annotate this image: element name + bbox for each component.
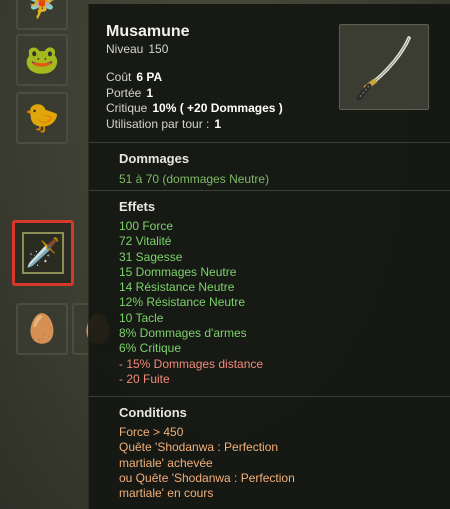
effects-list: 100 Force 72 Vitalité 31 Sagesse 15 Domm… bbox=[119, 219, 450, 387]
item-tooltip: Musamune Niveau 150 Coût 6 PA Portée 1 Crit… bbox=[88, 4, 450, 509]
stat-cost: Coût 6 PA bbox=[106, 70, 283, 86]
effect-line: 12% Résistance Neutre bbox=[119, 295, 246, 310]
damage-section: Dommages 51 à 70 (dommages Neutre) bbox=[89, 142, 450, 196]
stat-key: Coût bbox=[106, 70, 132, 84]
stat-range: Portée 1 bbox=[106, 86, 283, 102]
fairy-icon: 🧚 bbox=[24, 0, 60, 19]
effects-section: Effets 100 Force 72 Vitalité 31 Sagesse … bbox=[89, 190, 450, 398]
item-stats: Coût 6 PA Portée 1 Critique 10% ( +20 Domma… bbox=[106, 70, 283, 132]
stat-uses-per-turn: Utilisation par tour : 1 bbox=[106, 117, 283, 133]
stat-value: 6 PA bbox=[136, 70, 163, 84]
condition-line: martiale' achevée bbox=[119, 455, 213, 470]
inventory-slot[interactable]: 🐸 bbox=[16, 34, 68, 86]
stat-value: 1 bbox=[146, 85, 154, 100]
level-value: 150 bbox=[148, 42, 169, 56]
inventory-slot[interactable]: 🐤 bbox=[16, 92, 68, 144]
effect-line-negative: - 20 Fuite bbox=[119, 371, 170, 386]
fire-egg-icon: 🥚 bbox=[24, 313, 60, 344]
stat-value: 10% ( +20 Dommages ) bbox=[152, 101, 283, 115]
conditions-section: Conditions Force > 450 Quête 'Shodanwa :… bbox=[89, 396, 450, 509]
condition-line: ou Quête 'Shodanwa : Perfection bbox=[119, 470, 295, 485]
effect-line: 31 Sagesse bbox=[119, 249, 183, 264]
bird-icon: 🐤 bbox=[24, 102, 60, 133]
conditions-title: Conditions bbox=[119, 405, 187, 420]
stat-key: Portée bbox=[106, 85, 142, 100]
inventory-slot[interactable]: 🥚 bbox=[16, 303, 68, 355]
condition-line: Force > 450 bbox=[119, 425, 184, 439]
effects-title: Effets bbox=[119, 199, 156, 214]
effect-line: 100 Force bbox=[119, 219, 174, 233]
effect-line: 15 Dommages Neutre bbox=[119, 264, 237, 279]
effect-line: 10 Tacle bbox=[119, 310, 164, 325]
inventory-slot-selected[interactable]: 🗡️ bbox=[12, 220, 74, 286]
creature-icon: 🐸 bbox=[24, 44, 60, 75]
item-level: Niveau 150 bbox=[106, 42, 168, 56]
effect-line: 14 Résistance Neutre bbox=[119, 280, 235, 295]
condition-line: Quête 'Shodanwa : Perfection bbox=[119, 440, 279, 455]
stat-value: 1 bbox=[214, 116, 222, 131]
damage-line: 51 à 70 (dommages Neutre) bbox=[119, 172, 270, 186]
effect-line-negative: - 15% Dommages distance bbox=[119, 356, 264, 371]
item-name: Musamune bbox=[106, 23, 190, 40]
conditions-list: Force > 450 Quête 'Shodanwa : Perfection… bbox=[119, 425, 450, 501]
effect-line: 6% Critique bbox=[119, 341, 182, 356]
effect-line: 8% Dommages d'armes bbox=[119, 326, 247, 341]
damage-title: Dommages bbox=[119, 151, 190, 166]
condition-line: martiale' en cours bbox=[119, 486, 214, 501]
stat-key: Utilisation par tour : bbox=[106, 116, 210, 131]
effect-line: 72 Vitalité bbox=[119, 234, 172, 249]
level-label: Niveau bbox=[106, 42, 144, 56]
stat-critical: Critique 10% ( +20 Dommages ) bbox=[106, 101, 283, 117]
katana-icon bbox=[356, 36, 411, 101]
inventory-slot[interactable]: 🧚 bbox=[16, 0, 68, 30]
item-thumbnail bbox=[339, 24, 429, 110]
stat-key: Critique bbox=[106, 101, 148, 115]
katana-icon: 🗡️ bbox=[25, 237, 61, 268]
